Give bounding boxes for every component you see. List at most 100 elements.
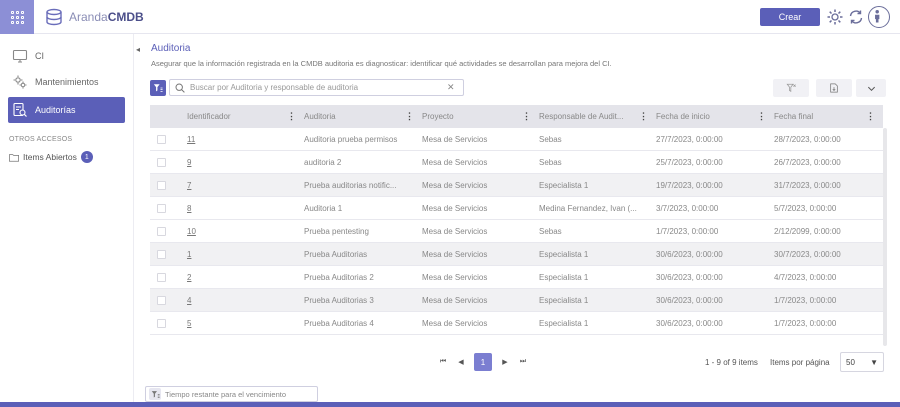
- column-header-identificador[interactable]: Identificador ⋮: [187, 112, 304, 121]
- top-bar: ArandaCMDB Crear: [0, 0, 900, 34]
- cell-auditoria: Prueba Auditorias: [304, 249, 368, 259]
- cell-fecha-final: 31/7/2023, 0:00:00: [774, 180, 841, 190]
- apps-menu-button[interactable]: [0, 0, 34, 34]
- more-options-button[interactable]: [856, 79, 886, 97]
- row-checkbox[interactable]: [157, 226, 166, 236]
- column-menu-icon[interactable]: ⋮: [522, 112, 531, 121]
- cell-fecha-final: 30/7/2023, 0:00:00: [774, 249, 841, 259]
- column-header-auditoria[interactable]: Auditoria ⋮: [304, 112, 422, 121]
- audits-table: Identificador ⋮ Auditoria ⋮ Proyecto ⋮ Resp…: [150, 105, 883, 335]
- table-row[interactable]: 1 Prueba Auditorias Mesa de Servicios Es…: [150, 243, 883, 266]
- clear-search-icon[interactable]: ✕: [447, 82, 455, 93]
- gear-icon[interactable]: [826, 8, 844, 26]
- table-row[interactable]: 4 Prueba Auditorias 3 Mesa de Servicios …: [150, 289, 883, 312]
- row-checkbox[interactable]: [157, 157, 166, 167]
- table-row[interactable]: 9 auditoria 2 Mesa de Servicios Sebas 25…: [150, 151, 883, 174]
- prev-page-icon[interactable]: ◀: [456, 358, 466, 366]
- row-checkbox[interactable]: [157, 295, 166, 305]
- cell-responsable: Medina Fernandez, Ivan (...: [539, 203, 637, 213]
- cell-fecha-final: 28/7/2023, 0:00:00: [774, 134, 841, 144]
- cell-fecha-final: 4/7/2023, 0:00:00: [774, 272, 837, 282]
- app-logo[interactable]: ArandaCMDB: [44, 7, 144, 27]
- cell-fecha-inicio: 30/6/2023, 0:00:00: [656, 272, 723, 282]
- row-id-link[interactable]: 5: [187, 319, 191, 328]
- search-icon: [175, 82, 185, 93]
- sidebar-item-ci[interactable]: CI: [8, 43, 125, 69]
- cell-responsable: Especialista 1: [539, 249, 589, 259]
- row-id-link[interactable]: 9: [187, 158, 191, 167]
- table-row[interactable]: 8 Auditoria 1 Mesa de Servicios Medina F…: [150, 197, 883, 220]
- row-id-link[interactable]: 4: [187, 296, 191, 305]
- search-box: ✕: [169, 79, 464, 96]
- last-page-icon[interactable]: ⏭: [518, 358, 528, 366]
- cell-responsable: Especialista 1: [539, 318, 589, 328]
- row-checkbox[interactable]: [157, 318, 166, 328]
- column-header-proyecto[interactable]: Proyecto ⋮: [422, 112, 539, 121]
- dropdown-arrow-icon: ▼: [870, 357, 878, 367]
- section-title-otros-accesos: OTROS ACCESOS: [9, 136, 73, 143]
- sidebar-item-label: CI: [35, 51, 44, 61]
- first-page-icon[interactable]: ⏮: [438, 358, 448, 366]
- sidebar-item-mantenimientos[interactable]: Mantenimientos: [8, 69, 125, 95]
- column-header-fecha-inicio[interactable]: Fecha de inicio ⋮: [656, 112, 774, 121]
- cell-fecha-inicio: 3/7/2023, 0:00:00: [656, 203, 719, 213]
- clear-filters-button[interactable]: [773, 79, 809, 97]
- cell-fecha-final: 1/7/2023, 0:00:00: [774, 318, 837, 328]
- cell-auditoria: auditoria 2: [304, 157, 342, 167]
- row-id-link[interactable]: 1: [187, 250, 191, 259]
- items-per-page-label: Items por página: [770, 358, 830, 367]
- table-scrollbar[interactable]: [883, 128, 887, 346]
- page-title: Auditoria: [151, 43, 191, 54]
- cell-proyecto: Mesa de Servicios: [422, 134, 488, 144]
- database-logo-icon: [46, 8, 62, 26]
- audit-icon: [13, 102, 27, 117]
- cell-auditoria: Prueba Auditorias 4: [304, 318, 374, 328]
- time-remaining-filter[interactable]: Tiempo restante para el vencimiento: [145, 386, 318, 402]
- column-menu-icon[interactable]: ⋮: [639, 112, 648, 121]
- cell-proyecto: Mesa de Servicios: [422, 157, 488, 167]
- row-checkbox[interactable]: [157, 249, 166, 259]
- row-checkbox[interactable]: [157, 134, 166, 144]
- sync-icon[interactable]: [847, 8, 865, 26]
- next-page-icon[interactable]: ▶: [500, 358, 510, 366]
- cell-responsable: Sebas: [539, 226, 562, 236]
- table-row[interactable]: 7 Prueba auditorias notific... Mesa de S…: [150, 174, 883, 197]
- row-id-link[interactable]: 2: [187, 273, 191, 282]
- user-avatar[interactable]: [868, 6, 890, 28]
- collapse-sidebar-icon[interactable]: ◂: [136, 45, 140, 54]
- cell-proyecto: Mesa de Servicios: [422, 249, 488, 259]
- column-menu-icon[interactable]: ⋮: [866, 112, 875, 121]
- column-menu-icon[interactable]: ⋮: [287, 112, 296, 121]
- bottom-accent-bar: [0, 402, 900, 407]
- sidebar-item-label: Auditorías: [35, 105, 76, 115]
- column-menu-icon[interactable]: ⋮: [757, 112, 766, 121]
- export-button[interactable]: [816, 79, 852, 97]
- search-input[interactable]: [190, 83, 445, 92]
- row-checkbox[interactable]: [157, 272, 166, 282]
- items-per-page-select[interactable]: 50 ▼: [840, 352, 884, 372]
- table-row[interactable]: 5 Prueba Auditorias 4 Mesa de Servicios …: [150, 312, 883, 335]
- column-menu-icon[interactable]: ⋮: [405, 112, 414, 121]
- clear-filter-icon: [786, 83, 796, 93]
- table-row[interactable]: 10 Prueba pentesting Mesa de Servicios S…: [150, 220, 883, 243]
- filter-icon: [153, 84, 163, 92]
- sidebar-item-auditorias[interactable]: Auditorías: [8, 97, 125, 123]
- column-header-fecha-final[interactable]: Fecha final ⋮: [774, 112, 883, 121]
- row-id-link[interactable]: 8: [187, 204, 191, 213]
- row-checkbox[interactable]: [157, 180, 166, 190]
- row-id-link[interactable]: 7: [187, 181, 191, 190]
- cell-fecha-inicio: 30/6/2023, 0:00:00: [656, 318, 723, 328]
- column-header-responsable[interactable]: Responsable de Audit... ⋮: [539, 112, 656, 121]
- create-button[interactable]: Crear: [760, 8, 820, 26]
- row-id-link[interactable]: 11: [187, 135, 195, 144]
- cell-auditoria: Prueba Auditorias 3: [304, 295, 374, 305]
- table-row[interactable]: 11 Auditoria prueba permisos Mesa de Ser…: [150, 128, 883, 151]
- table-row[interactable]: 2 Prueba Auditorias 2 Mesa de Servicios …: [150, 266, 883, 289]
- sidebar-item-label: Mantenimientos: [35, 77, 99, 87]
- row-checkbox[interactable]: [157, 203, 166, 213]
- filter-button[interactable]: [150, 80, 166, 96]
- cell-fecha-final: 26/7/2023, 0:00:00: [774, 157, 841, 167]
- open-items-link[interactable]: Items Abiertos 1: [9, 151, 93, 163]
- row-id-link[interactable]: 10: [187, 227, 196, 236]
- current-page-button[interactable]: 1: [474, 353, 492, 371]
